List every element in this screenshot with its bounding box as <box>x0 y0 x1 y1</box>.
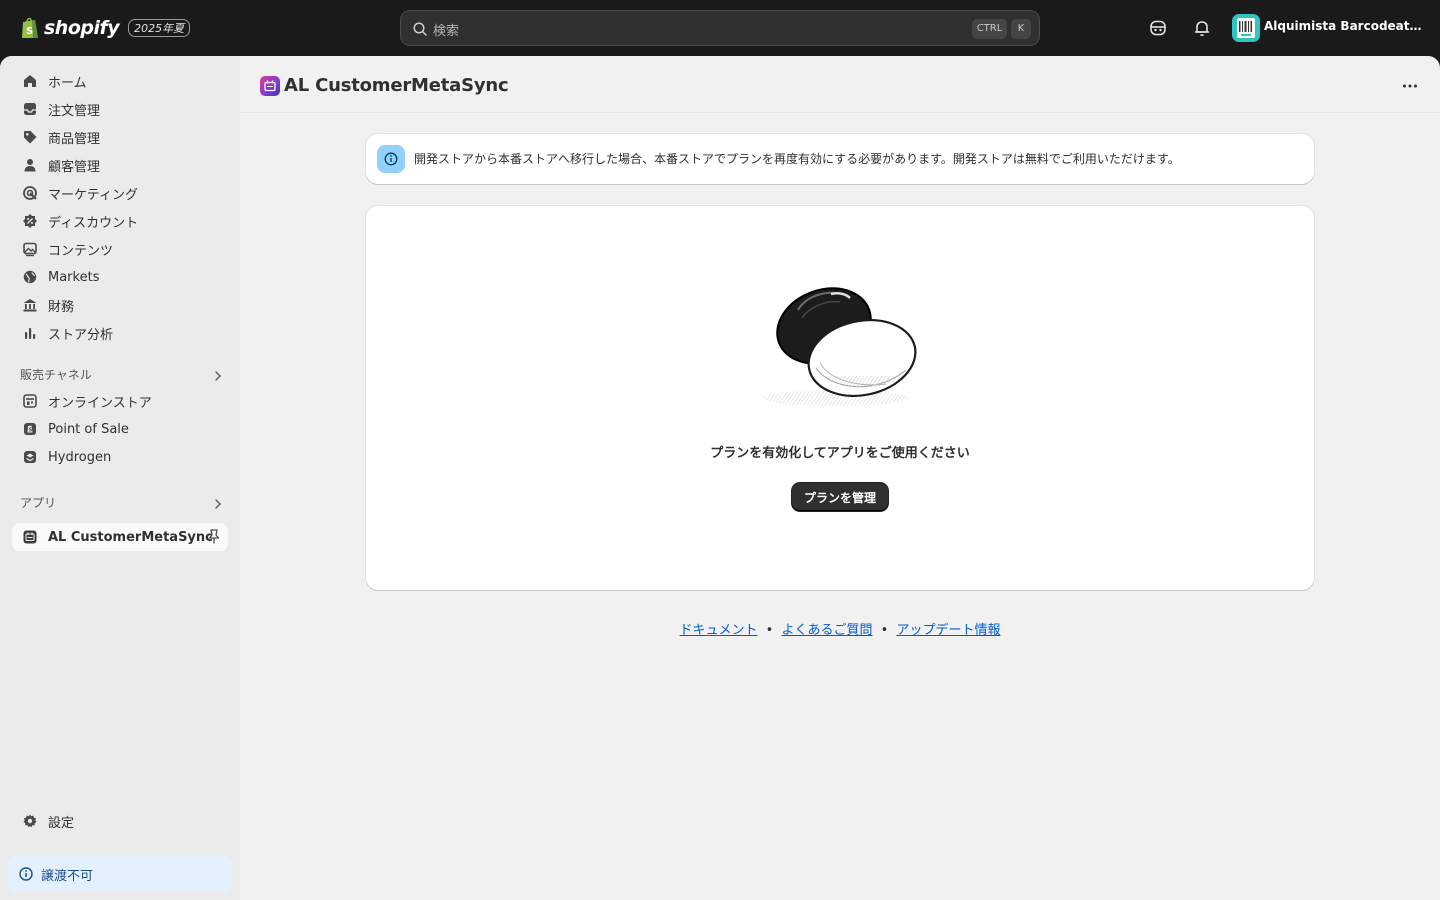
search-input[interactable]: 検索 <box>433 20 459 39</box>
sidebar-item-products[interactable]: 商品管理 <box>12 123 228 151</box>
sidebar-item-finance[interactable]: 財務 <box>12 291 228 319</box>
target-icon <box>20 183 40 203</box>
non-transferable-badge[interactable]: 譲渡不可 <box>8 856 232 892</box>
sidebar-item-content[interactable]: コンテンツ <box>12 235 228 263</box>
page-title: AL CustomerMetaSync <box>284 75 509 96</box>
sales-channels-header[interactable]: 販売チャネル <box>20 366 92 383</box>
admin-shell: ホーム 注文管理 商品管理 顧客管理 マーケティング ディスカウント コンテンツ… <box>0 56 1440 900</box>
person-icon <box>20 155 40 175</box>
pin-icon[interactable] <box>206 528 222 546</box>
sidebar-item-label: オンラインストア <box>48 395 152 411</box>
apps-header[interactable]: アプリ <box>20 494 56 511</box>
sidebar-item-customers[interactable]: 顧客管理 <box>12 151 228 179</box>
sidebar-item-label: 設定 <box>48 815 75 831</box>
sidebar-item-marketing[interactable]: マーケティング <box>12 179 228 207</box>
main-content: AL CustomerMetaSync 開発ストアから本番ストアへ移行した場合、… <box>240 56 1440 900</box>
shortcut-k-key: K <box>1011 19 1031 39</box>
banner-message: 開発ストアから本番ストアへ移行した場合、本番ストアでプランを再度有効にする必要が… <box>414 152 1180 166</box>
hydrogen-icon <box>20 447 40 467</box>
sidebar-item-orders[interactable]: 注文管理 <box>12 95 228 123</box>
shopify-bag-icon: S <box>22 17 38 38</box>
store-icon <box>20 391 40 411</box>
more-options-icon[interactable] <box>1400 76 1420 96</box>
faq-link[interactable]: よくあるご質問 <box>781 623 872 638</box>
svg-text:S: S <box>26 26 33 37</box>
info-icon <box>19 867 33 881</box>
edition-badge[interactable]: 2025年夏 <box>128 19 191 37</box>
globe-icon <box>20 267 40 287</box>
sidebar-item-discounts[interactable]: ディスカウント <box>12 207 228 235</box>
eggs-illustration <box>764 287 917 406</box>
sidebar-item-label: 財務 <box>48 299 75 315</box>
sidebar-item-label: Point of Sale <box>48 421 129 437</box>
chevron-right-icon[interactable] <box>210 368 226 384</box>
footer-links: ドキュメント • よくあるご質問 • アップデート情報 <box>240 619 1440 638</box>
sidebar-item-point-of-sale[interactable]: S Point of Sale <box>12 415 228 443</box>
image-icon <box>20 239 40 259</box>
empty-state-card: プランを有効化してアプリをご使用ください プランを管理 <box>366 206 1314 590</box>
sidebar-item-hydrogen[interactable]: Hydrogen <box>12 443 228 471</box>
sidebar-item-label: AL CustomerMetaSync <box>48 529 213 545</box>
page-header: AL CustomerMetaSync <box>240 56 1440 113</box>
app-icon <box>20 527 40 547</box>
shopify-logo[interactable]: S shopify 2025年夏 <box>20 15 191 41</box>
sidebar-item-label: Hydrogen <box>48 449 112 465</box>
sidebar-item-analytics[interactable]: ストア分析 <box>12 319 228 347</box>
search-bar[interactable]: 検索 CTRL K <box>400 10 1040 46</box>
discount-icon <box>20 211 40 231</box>
sidebar-item-label: ディスカウント <box>48 215 139 231</box>
store-name[interactable]: Alquimista Barcodeator s... <box>1264 19 1424 33</box>
bell-icon[interactable] <box>1192 18 1212 38</box>
barcode-icon <box>1237 18 1255 38</box>
updates-link[interactable]: アップデート情報 <box>896 623 1000 638</box>
empty-state-title: プランを有効化してアプリをご使用ください <box>710 446 970 461</box>
sidebar-item-label: Markets <box>48 269 100 285</box>
info-icon <box>377 145 405 173</box>
sidebar-item-label: マーケティング <box>48 187 138 203</box>
shortcut-ctrl-key: CTRL <box>972 19 1007 39</box>
separator: • <box>880 623 889 638</box>
documentation-link[interactable]: ドキュメント <box>680 623 758 638</box>
tag-icon <box>20 127 40 147</box>
pos-icon: S <box>20 419 40 439</box>
info-banner: 開発ストアから本番ストアへ移行した場合、本番ストアでプランを再度有効にする必要が… <box>366 134 1314 184</box>
sidebar-item-home[interactable]: ホーム <box>12 67 228 95</box>
assistant-icon[interactable] <box>1148 18 1168 38</box>
top-bar: S shopify 2025年夏 検索 CTRL K Alquimista Ba… <box>0 0 1440 56</box>
brand-wordmark: shopify <box>44 17 120 39</box>
chevron-right-icon[interactable] <box>210 496 226 512</box>
svg-text:S: S <box>29 428 33 434</box>
sidebar-item-settings[interactable]: 設定 <box>12 807 228 835</box>
bank-icon <box>20 295 40 315</box>
sidebar-item-markets[interactable]: Markets <box>12 263 228 291</box>
store-avatar[interactable] <box>1232 14 1260 42</box>
sidebar-item-online-store[interactable]: オンラインストア <box>12 387 228 415</box>
sidebar-item-label: ストア分析 <box>48 327 114 343</box>
separator: • <box>765 623 774 638</box>
inbox-icon <box>20 99 40 119</box>
app-logo-icon <box>260 76 280 96</box>
non-transferable-label: 譲渡不可 <box>41 868 94 884</box>
manage-plan-button[interactable]: プランを管理 <box>792 483 888 511</box>
sidebar-item-label: 顧客管理 <box>48 159 101 175</box>
sidebar-item-al-customermetasync[interactable]: AL CustomerMetaSync <box>12 523 228 551</box>
sidebar-item-label: ホーム <box>48 75 87 91</box>
home-icon <box>20 71 40 91</box>
sidebar: ホーム 注文管理 商品管理 顧客管理 マーケティング ディスカウント コンテンツ… <box>0 56 240 900</box>
search-icon <box>413 22 427 36</box>
sidebar-item-label: 注文管理 <box>48 103 101 119</box>
bar-chart-icon <box>20 323 40 343</box>
sidebar-item-label: コンテンツ <box>48 243 114 259</box>
sidebar-item-label: 商品管理 <box>48 131 101 147</box>
gear-icon <box>20 811 40 831</box>
